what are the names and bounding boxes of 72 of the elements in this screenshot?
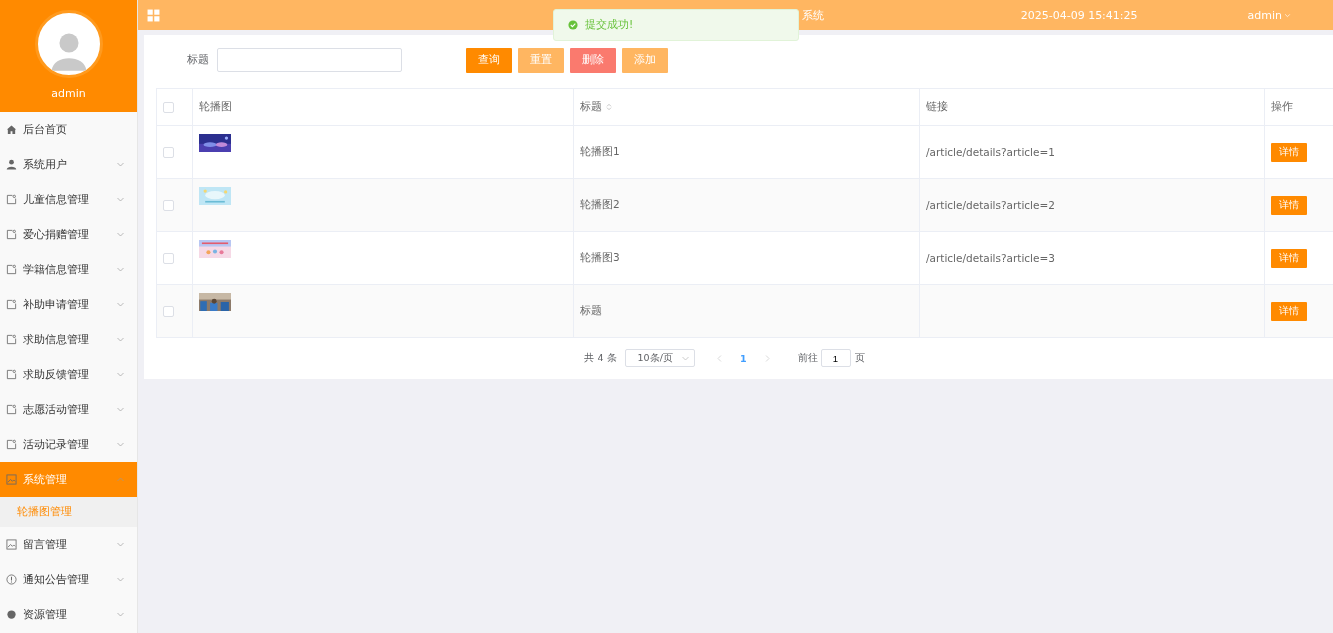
sidebar-item[interactable]: 学籍信息管理 bbox=[0, 252, 137, 287]
title-field[interactable] bbox=[217, 48, 402, 72]
document-icon bbox=[6, 334, 17, 345]
document-icon bbox=[6, 229, 17, 240]
document-icon bbox=[6, 439, 17, 450]
column-header: 标题 bbox=[580, 100, 602, 112]
sidebar-item[interactable]: 后台首页 bbox=[0, 112, 137, 147]
image-icon bbox=[6, 539, 17, 550]
circle-icon bbox=[6, 609, 17, 620]
sidebar-item[interactable]: 留言管理 bbox=[0, 527, 137, 562]
toast-message: 提交成功! bbox=[585, 18, 634, 32]
field-label: 标题 bbox=[187, 53, 209, 67]
grid-icon bbox=[147, 8, 160, 22]
goto-label: 前往 bbox=[797, 351, 818, 365]
chevron-icon bbox=[116, 300, 125, 309]
chevron-icon bbox=[116, 195, 125, 204]
table-cell: /article/details?article=2 bbox=[926, 199, 1055, 211]
sidebar-item[interactable]: 求助反馈管理 bbox=[0, 357, 137, 392]
chevron-icon bbox=[116, 610, 125, 619]
column-header: 轮播图 bbox=[199, 100, 232, 112]
sort-icon bbox=[605, 103, 613, 111]
checkbox[interactable] bbox=[163, 147, 174, 159]
document-icon bbox=[6, 194, 17, 205]
table-cell: 轮播图2 bbox=[580, 198, 620, 210]
home-icon bbox=[6, 124, 17, 135]
image-icon bbox=[6, 474, 17, 485]
chevron-icon bbox=[116, 440, 125, 449]
page-field[interactable]: 1 bbox=[820, 349, 851, 367]
column-header: 操作 bbox=[1271, 100, 1293, 112]
caret-icon bbox=[1284, 11, 1291, 19]
chevron-icon bbox=[116, 405, 125, 414]
sidebar-item[interactable]: 资源管理 bbox=[0, 597, 137, 632]
document-icon bbox=[6, 404, 17, 415]
app-title: 系统 bbox=[802, 7, 824, 23]
sidebar-item[interactable]: 系统用户 bbox=[0, 147, 137, 182]
checkbox[interactable] bbox=[163, 306, 174, 318]
user-icon bbox=[6, 159, 17, 170]
header-cell[interactable]: 标题 bbox=[573, 88, 920, 126]
chevron-icon bbox=[116, 475, 125, 484]
user-name: admin bbox=[51, 87, 86, 100]
chevron-icon bbox=[116, 160, 125, 169]
checkbox[interactable] bbox=[163, 253, 174, 265]
sidebar-item[interactable]: 补助申请管理 bbox=[0, 287, 137, 322]
table-cell: /article/details?article=3 bbox=[926, 252, 1055, 264]
chevron-icon bbox=[116, 335, 125, 344]
document-icon bbox=[6, 369, 17, 380]
chevron-icon bbox=[116, 575, 125, 584]
column-header: 链接 bbox=[926, 100, 948, 112]
sidebar-item[interactable]: 活动记录管理 bbox=[0, 427, 137, 462]
document-icon bbox=[6, 299, 17, 310]
sidebar-item[interactable]: 通知公告管理 bbox=[0, 562, 137, 597]
sidebar-item[interactable]: 儿童信息管理 bbox=[0, 182, 137, 217]
sidebar-item[interactable]: 求助信息管理 bbox=[0, 322, 137, 357]
chevron-icon bbox=[116, 230, 125, 239]
page-size-select[interactable]: 10条/页 bbox=[624, 349, 695, 367]
sidebar-item[interactable]: 志愿活动管理 bbox=[0, 392, 137, 427]
chevron-icon bbox=[116, 540, 125, 549]
table-cell: /article/details?article=1 bbox=[926, 146, 1055, 158]
chevron-icon bbox=[116, 265, 125, 274]
date-time: 2025-04-09 15:41:25 bbox=[1020, 8, 1138, 22]
table-cell: 标题 bbox=[580, 304, 602, 316]
checkbox[interactable] bbox=[163, 200, 174, 212]
check-icon bbox=[568, 20, 578, 30]
table-cell: 轮播图3 bbox=[580, 251, 620, 263]
sidebar-item[interactable]: 爱心捐赠管理 bbox=[0, 217, 137, 252]
page-suffix: 页 bbox=[854, 351, 865, 365]
chevron-icon bbox=[116, 370, 125, 379]
total-count: 共 4 条 bbox=[584, 351, 617, 365]
warning-icon bbox=[6, 574, 17, 585]
checkbox[interactable] bbox=[163, 102, 174, 114]
table-cell: 轮播图1 bbox=[580, 145, 620, 157]
document-icon bbox=[6, 264, 17, 275]
